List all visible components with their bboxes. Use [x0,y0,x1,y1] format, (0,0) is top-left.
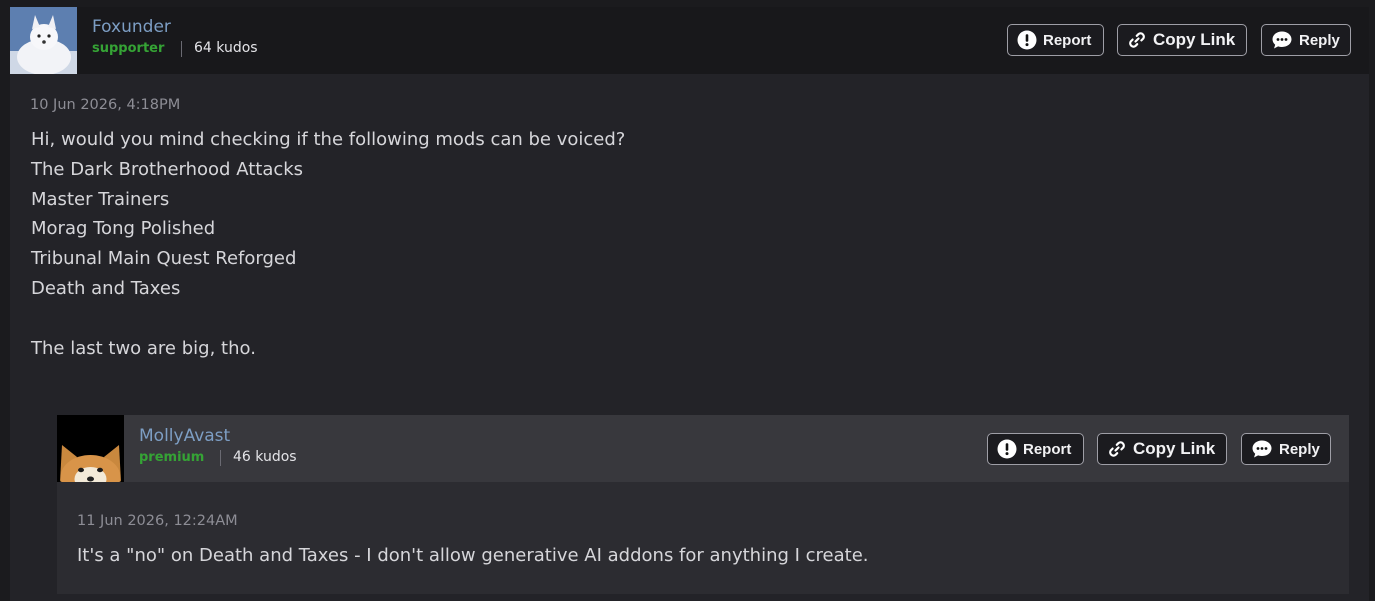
shiba-dog-avatar-icon [57,415,124,482]
reply-timestamp: 11 Jun 2026, 12:24AM [77,513,238,529]
author-kudos: 64 kudos [194,40,258,56]
comment-post: Foxunder supporter 64 kudos Report Copy … [10,7,1369,601]
reply-author-name-link[interactable]: MollyAvast [139,426,230,446]
reply-copy-link-button[interactable]: Copy Link [1097,433,1227,465]
reply-reply-button[interactable]: Reply [1241,433,1331,465]
post-body-line: Death and Taxes [31,278,181,299]
reply-body-text: It's a "no" on Death and Taxes - I don't… [77,545,869,566]
post-body-line: Morag Tong Polished [31,218,216,239]
reply-author-avatar[interactable] [57,415,124,482]
author-role-badge: supporter [92,41,165,56]
copy-link-button-label: Copy Link [1133,439,1216,458]
post-body-line: Tribunal Main Quest Reforged [31,248,297,269]
reply-author-kudos: 46 kudos [233,449,297,465]
reply-button[interactable]: Reply [1261,24,1351,56]
report-button-label: Report [1023,440,1072,458]
reply-report-button[interactable]: Report [987,433,1084,465]
speech-bubble-icon [1271,30,1293,50]
post-body-line: The last two are big, tho. [31,338,256,359]
meta-divider [220,450,221,466]
alert-circle-icon [1017,30,1037,50]
alert-circle-icon [997,439,1017,459]
reply-button-label: Reply [1279,440,1320,458]
reply-author-role-badge: premium [139,450,205,465]
copy-link-button-label: Copy Link [1153,30,1236,49]
post-body-line: The Dark Brotherhood Attacks [31,159,304,180]
post-timestamp: 10 Jun 2026, 4:18PM [30,97,181,113]
copy-link-button[interactable]: Copy Link [1117,24,1247,56]
post-body-line: Hi, would you mind checking if the follo… [31,129,626,150]
post-header: Foxunder supporter 64 kudos Report Copy … [10,7,1369,74]
author-avatar[interactable] [10,7,77,74]
link-icon [1107,439,1127,459]
report-button-label: Report [1043,31,1092,49]
report-button[interactable]: Report [1007,24,1104,56]
white-fox-avatar-icon [10,7,77,74]
meta-divider [181,41,182,57]
comment-thread: Foxunder supporter 64 kudos Report Copy … [0,0,1375,601]
speech-bubble-icon [1251,439,1273,459]
post-body-line: Master Trainers [31,189,170,210]
link-icon [1127,30,1147,50]
reply-button-label: Reply [1299,31,1340,49]
reply-header: MollyAvast premium 46 kudos Report Copy … [57,415,1349,482]
reply-post: MollyAvast premium 46 kudos Report Copy … [57,415,1349,594]
author-name-link[interactable]: Foxunder [92,17,171,37]
